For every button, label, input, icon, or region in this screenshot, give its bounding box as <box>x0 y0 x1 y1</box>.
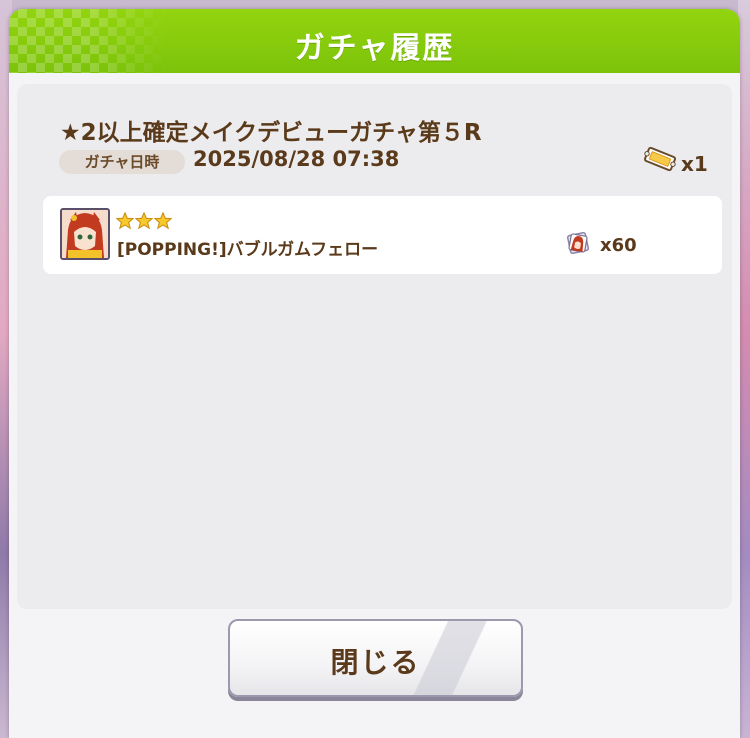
star-icon <box>154 212 172 230</box>
result-item[interactable]: [POPPING!]バブルガムフェロー x60 <box>43 196 722 274</box>
history-content-panel: ★2以上確定メイクデビューガチャ第５R ガチャ日時 2025/08/28 07:… <box>17 84 732 609</box>
close-button-label: 閉じる <box>330 646 421 679</box>
star-icon <box>135 212 153 230</box>
ticket-count: x1 <box>681 152 708 176</box>
rarity-stars <box>116 212 172 230</box>
character-piece-icon <box>566 231 590 255</box>
close-button[interactable]: 閉じる <box>228 619 523 697</box>
card-name: [POPPING!]バブルガムフェロー <box>117 240 379 260</box>
dialog-title: ガチャ履歴 <box>294 31 455 66</box>
gacha-date-label: ガチャ日時 <box>59 150 185 174</box>
character-portrait-art <box>62 210 108 258</box>
piece-count: x60 <box>600 235 637 256</box>
gacha-ticket-icon <box>644 146 676 172</box>
gacha-history-dialog: ガチャ履歴 ★2以上確定メイクデビューガチャ第５R ガチャ日時 2025/08/… <box>9 9 740 738</box>
character-portrait[interactable] <box>60 208 110 260</box>
star-icon <box>116 212 134 230</box>
gacha-date-value: 2025/08/28 07:38 <box>193 147 400 171</box>
gacha-name: ★2以上確定メイクデビューガチャ第５R <box>60 120 482 146</box>
dialog-header: ガチャ履歴 <box>9 9 740 73</box>
